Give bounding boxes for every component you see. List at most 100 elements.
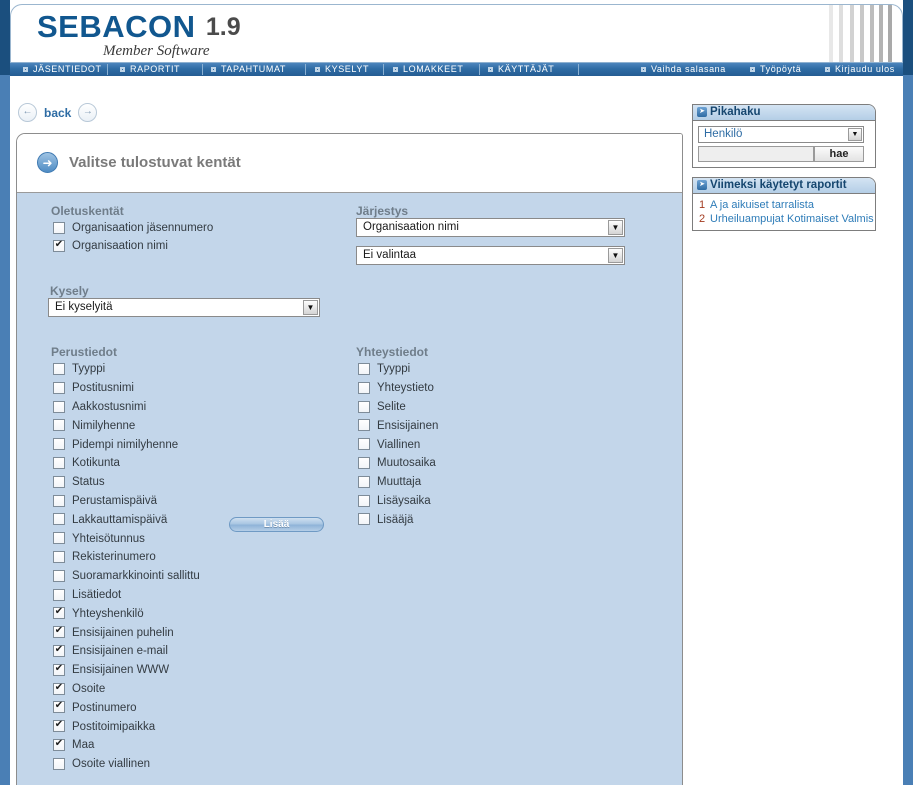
perustiedot-item-row[interactable]: Suoramarkkinointi sallittu: [53, 567, 200, 586]
yhteystiedot-item-row[interactable]: Lisäysaika: [358, 492, 431, 511]
yhteystiedot-item-row[interactable]: Yhteystieto: [358, 379, 434, 398]
recent-report-item[interactable]: 1 A ja aikuiset tarralista: [699, 198, 814, 212]
perustiedot-item-label: Ensisijainen WWW: [72, 664, 170, 677]
perustiedot-item-row[interactable]: Yhteisötunnus: [53, 529, 145, 548]
perustiedot-item-checkbox[interactable]: [53, 624, 65, 639]
pikahaku-type-select[interactable]: Henkilö ▼: [698, 126, 864, 143]
perustiedot-item-checkbox[interactable]: [53, 662, 65, 676]
yhteystiedot-item-checkbox[interactable]: [358, 457, 370, 469]
perustiedot-item-checkbox[interactable]: [53, 381, 65, 394]
chevron-down-icon[interactable]: ▼: [303, 300, 318, 315]
yhteystiedot-item-checkbox[interactable]: [358, 400, 370, 413]
yhteystiedot-item-checkbox[interactable]: [358, 475, 370, 488]
perustiedot-item-label: Perustamispäivä: [72, 494, 158, 507]
yhteystiedot-item-row[interactable]: Ensisijainen: [358, 416, 438, 435]
perustiedot-item-row[interactable]: Lisätiedot: [53, 586, 121, 605]
pikahaku-search-button[interactable]: hae: [814, 146, 864, 162]
kysely-select[interactable]: Ei kyselyitä ▼: [48, 298, 320, 317]
perustiedot-item-checkbox[interactable]: [53, 551, 65, 563]
yhteystiedot-item-checkbox[interactable]: [358, 419, 370, 432]
recent-report-link[interactable]: A ja aikuiset tarralista: [710, 199, 814, 211]
yhteystiedot-item-label: Viallinen: [377, 438, 421, 451]
yhteystiedot-item-row[interactable]: Muuttaja: [358, 473, 421, 492]
oletuskentat-item-checkbox[interactable]: [53, 222, 65, 234]
jarjestys-select-secondary[interactable]: Ei valintaa ▼: [356, 246, 625, 265]
arrow-left-icon[interactable]: ←: [18, 103, 37, 122]
yhteystiedot-item-row[interactable]: Selite: [358, 398, 406, 417]
perustiedot-item-row[interactable]: Ensisijainen WWW: [53, 661, 169, 680]
perustiedot-item-checkbox[interactable]: [53, 457, 65, 469]
perustiedot-item-checkbox[interactable]: [53, 475, 65, 488]
perustiedot-item-checkbox[interactable]: [53, 532, 65, 545]
perustiedot-item-row[interactable]: Aakkostusnimi: [53, 398, 146, 417]
oletuskentat-item-row[interactable]: Organisaation nimi: [53, 237, 168, 256]
add-button[interactable]: Lisää: [229, 517, 324, 532]
yhteystiedot-item-row[interactable]: Tyyppi: [358, 360, 410, 379]
perustiedot-item-row[interactable]: Rekisterinumero: [53, 548, 156, 567]
perustiedot-item-row[interactable]: Nimilyhenne: [53, 416, 135, 435]
yhteystiedot-item-checkbox[interactable]: [358, 363, 370, 375]
yhteystiedot-item-row[interactable]: Viallinen: [358, 435, 420, 454]
perustiedot-item-row[interactable]: Osoite viallinen: [53, 755, 150, 774]
oletuskentat-item-row[interactable]: Organisaation jäsennumero: [53, 219, 213, 238]
nav-item-kirjaudu-ulos[interactable]: Kirjaudu ulos: [835, 63, 895, 76]
perustiedot-item-checkbox[interactable]: [53, 718, 65, 733]
yhteystiedot-item-checkbox[interactable]: [358, 438, 370, 451]
left-rail-top: [0, 0, 10, 75]
nav-item-k-ytt-j-t[interactable]: KÄYTTÄJÄT: [498, 63, 554, 76]
perustiedot-item-row[interactable]: Osoite: [53, 680, 105, 699]
perustiedot-item-checkbox[interactable]: [53, 569, 65, 582]
back-link[interactable]: back: [44, 106, 71, 120]
yhteystiedot-item-checkbox[interactable]: [358, 381, 370, 394]
perustiedot-item-row[interactable]: Pidempi nimilyhenne: [53, 435, 178, 454]
perustiedot-item-checkbox[interactable]: [53, 737, 65, 751]
perustiedot-item-checkbox[interactable]: [53, 400, 65, 413]
yhteystiedot-item-checkbox[interactable]: [358, 513, 370, 526]
recent-report-item[interactable]: 2 Urheiluampujat Kotimaiset Valmis: [699, 212, 874, 226]
oletuskentat-item-checkbox[interactable]: [53, 238, 65, 252]
perustiedot-item-row[interactable]: Ensisijainen puhelin: [53, 623, 174, 642]
chevron-down-icon[interactable]: ▼: [608, 248, 623, 263]
perustiedot-item-row[interactable]: Postitusnimi: [53, 379, 134, 398]
perustiedot-item-row[interactable]: Kotikunta: [53, 454, 120, 473]
perustiedot-item-checkbox[interactable]: [53, 681, 65, 695]
perustiedot-item-row[interactable]: Yhteyshenkilö: [53, 604, 144, 623]
perustiedot-item-row[interactable]: Postinumero: [53, 698, 137, 717]
page-root: SEBACON 1.9 Member Software JÄSENTIEDOT R…: [0, 0, 913, 785]
perustiedot-item-checkbox[interactable]: [53, 643, 65, 657]
perustiedot-item-checkbox[interactable]: [53, 757, 65, 770]
yhteystiedot-item-row[interactable]: Muutosaika: [358, 454, 436, 473]
perustiedot-item-checkbox[interactable]: [53, 513, 65, 526]
perustiedot-item-row[interactable]: Maa: [53, 736, 94, 755]
chevron-down-icon[interactable]: ▼: [848, 128, 862, 141]
perustiedot-item-row[interactable]: Status: [53, 473, 105, 492]
yhteystiedot-item-row[interactable]: Lisääjä: [358, 510, 413, 529]
recent-report-link[interactable]: Urheiluampujat Kotimaiset Valmis: [710, 213, 874, 225]
right-rail: [903, 0, 913, 785]
nav-item-j-sentiedot[interactable]: JÄSENTIEDOT: [33, 63, 102, 76]
yhteystiedot-item-checkbox[interactable]: [358, 494, 370, 507]
jarjestys-select-primary[interactable]: Organisaation nimi ▼: [356, 218, 625, 237]
perustiedot-item-checkbox[interactable]: [53, 419, 65, 432]
perustiedot-item-checkbox[interactable]: [53, 588, 65, 601]
perustiedot-item-row[interactable]: Perustamispäivä: [53, 492, 157, 511]
perustiedot-item-checkbox[interactable]: [53, 363, 65, 375]
perustiedot-item-row[interactable]: Tyyppi: [53, 360, 105, 379]
perustiedot-item-checkbox[interactable]: [53, 494, 65, 507]
perustiedot-item-row[interactable]: Postitoimipaikka: [53, 717, 155, 736]
yhteystiedot-item-label: Lisääjä: [377, 513, 414, 526]
nav-item-raportit[interactable]: RAPORTIT: [130, 63, 180, 76]
nav-item-vaihda-salasana[interactable]: Vaihda salasana: [651, 63, 726, 76]
perustiedot-item-row[interactable]: Ensisijainen e-mail: [53, 642, 168, 661]
chevron-down-icon[interactable]: ▼: [608, 220, 623, 235]
nav-item-lomakkeet[interactable]: LOMAKKEET: [403, 63, 463, 76]
perustiedot-item-checkbox[interactable]: [53, 699, 65, 714]
perustiedot-item-row[interactable]: Lakkauttamispäivä: [53, 510, 167, 529]
nav-item-kyselyt[interactable]: KYSELYT: [325, 63, 369, 76]
pikahaku-search-input[interactable]: [698, 146, 814, 162]
perustiedot-item-checkbox[interactable]: [53, 605, 65, 620]
arrow-right-icon[interactable]: →: [78, 103, 98, 122]
perustiedot-item-checkbox[interactable]: [53, 438, 65, 451]
nav-item-ty-p-yt-[interactable]: Työpöytä: [760, 63, 801, 76]
nav-item-tapahtumat[interactable]: TAPAHTUMAT: [221, 63, 286, 76]
